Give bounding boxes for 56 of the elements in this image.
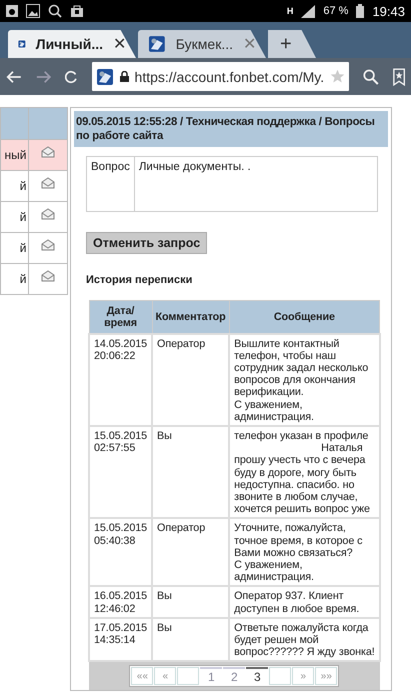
envelope-icon[interactable] [41, 270, 56, 282]
back-arrow-icon[interactable] [6, 70, 22, 84]
author-cell: Вы [152, 586, 230, 618]
table-cell: ный [0, 140, 29, 170]
new-tab-button[interactable]: + [268, 30, 316, 58]
close-tab-button[interactable]: ✕ [113, 34, 126, 54]
envelope-icon[interactable] [41, 146, 56, 158]
search-icon [48, 4, 62, 18]
image-icon [26, 4, 40, 18]
clock: 19:43 [372, 4, 405, 18]
message-cell: телефон указан в профиле Наталья прошу учесть что с вечера буду в дороге, могу быть недоступна. спасибо. но звоните в любом случае, хочется решить вопрос уже [229, 426, 380, 518]
column-header: Комментатор [152, 300, 230, 334]
question-text: Личные документы. . [138, 160, 252, 175]
battery-icon [356, 4, 364, 18]
envelope-icon[interactable] [41, 208, 56, 220]
star-icon[interactable] [330, 69, 346, 84]
date-cell: 16.05.2015 12:46:02 [89, 586, 152, 618]
table-cell: й [0, 264, 29, 294]
message-cell: Уточните, пожалуйста, точное время, в которое с Вами можно связаться? С уважением, администрация. [229, 518, 380, 586]
message-cell: Вышлите контактный телефон, чтобы наш сотрудник задал несколько вопросов для окончания верификации. С уважением, администрация. [229, 334, 380, 426]
table-cell: й [0, 170, 29, 202]
site-logo-icon [148, 35, 166, 53]
forward-arrow-icon[interactable] [36, 70, 52, 84]
envelope-icon[interactable] [41, 177, 56, 189]
signal-icon [301, 4, 316, 18]
address-field[interactable]: https://account.fonbet.com/My. [92, 62, 350, 91]
table-cell: й [0, 202, 29, 232]
lock-icon [120, 71, 129, 82]
cancel-request-button[interactable]: Отменить запрос [86, 232, 208, 254]
date-cell: 15.05.2015 02:57:55 [89, 426, 152, 518]
envelope-icon[interactable] [41, 239, 56, 251]
message-cell: Оператор 937. Клиент доступен в любое время. [229, 586, 380, 618]
browser-tab[interactable]: Букмек... ✕ [138, 30, 266, 58]
bookmark-icon[interactable] [392, 66, 405, 86]
shopping-bag-icon [70, 4, 84, 18]
reload-icon[interactable] [65, 70, 78, 84]
battery-percent: 67 % [323, 5, 348, 17]
browser-tab[interactable]: Личный... ✕ [8, 30, 136, 58]
search-icon[interactable] [363, 68, 379, 86]
table-cell: й [0, 232, 29, 264]
author-cell: Оператор [152, 334, 230, 426]
section-heading: История переписки [86, 274, 194, 286]
date-cell: 14.05.2015 20:06:22 [89, 334, 152, 426]
tab-title: Букмек... [176, 36, 233, 52]
column-header: Сообщение [229, 300, 380, 334]
author-cell: Оператор [152, 518, 230, 586]
question-label: Вопрос [87, 157, 135, 211]
date-cell: 15.05.2015 05:40:38 [89, 518, 152, 586]
network-type-label: H [286, 6, 294, 16]
notification-icon [6, 4, 18, 18]
author-cell: Вы [152, 426, 230, 518]
table-header-cell [0, 108, 29, 140]
tab-title: Личный... [36, 36, 103, 52]
ticket-title: 09.05.2015 12:55:28 / Техническая поддержка / Вопросы по работе сайта [74, 111, 388, 147]
site-logo-icon [96, 68, 114, 86]
column-header: Дата/ время [89, 300, 152, 334]
